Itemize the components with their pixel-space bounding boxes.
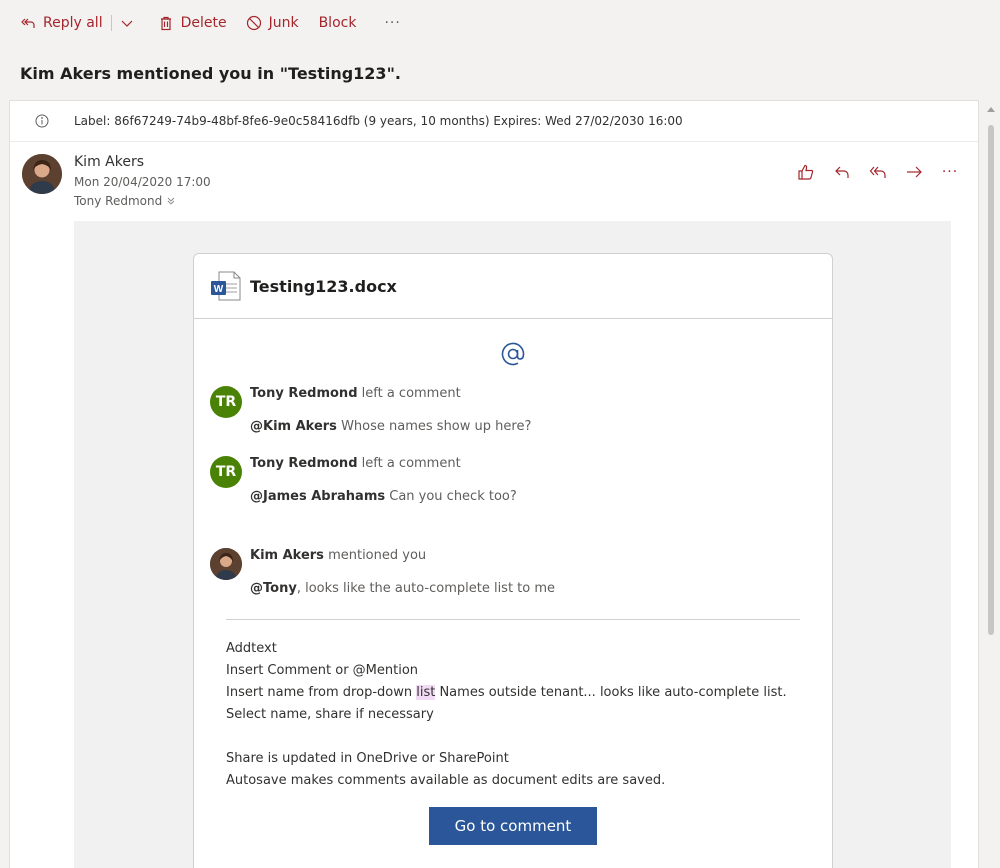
like-button[interactable] — [796, 162, 816, 182]
block-label: Block — [318, 14, 357, 31]
recipient-line[interactable]: Tony Redmond — [74, 194, 176, 208]
comment-body: Can you check too? — [385, 489, 517, 504]
double-chevron-down-icon — [167, 197, 175, 205]
at-mention-icon — [501, 342, 525, 366]
reply-all-action-button[interactable] — [868, 162, 888, 182]
delete-label: Delete — [180, 14, 227, 31]
excerpt-line: Addtext — [226, 641, 277, 656]
reply-options-dropdown[interactable] — [116, 8, 138, 38]
go-to-comment-button[interactable]: Go to comment — [429, 807, 597, 845]
junk-button[interactable]: Junk — [246, 8, 299, 38]
commenter-avatar: TR — [210, 456, 242, 488]
block-button[interactable]: Block — [319, 8, 357, 38]
command-toolbar: Reply all Delete Junk Block ··· — [0, 0, 1000, 45]
sender-avatar[interactable] — [22, 154, 62, 194]
sender-photo-icon — [22, 154, 62, 194]
email-body: W Testing123.docx TR Tony Redmond left a… — [74, 221, 951, 868]
excerpt-text: Insert name from drop-down — [226, 685, 417, 700]
word-document-icon: W — [211, 271, 241, 301]
label-text: Label: 86f67249-74b9-48bf-8fe6-9e0c58416… — [74, 114, 683, 128]
recipient-name: Tony Redmond — [74, 194, 163, 208]
comment-text: @Kim Akers Whose names show up here? — [250, 419, 531, 434]
excerpt-line: Insert name from drop-down list Names ou… — [226, 682, 806, 704]
sensitivity-label-bar: Label: 86f67249-74b9-48bf-8fe6-9e0c58416… — [10, 101, 978, 142]
excerpt-text: Names outside tenant... looks like auto-… — [435, 685, 787, 700]
reply-all-button[interactable]: Reply all — [20, 8, 103, 38]
reply-icon — [835, 166, 849, 178]
commenter-avatar: TR — [210, 386, 242, 418]
vertical-scrollbar[interactable] — [986, 103, 996, 868]
reply-all-icon — [21, 18, 35, 28]
comment-header: Tony Redmond left a comment — [250, 456, 461, 471]
message-more-button[interactable]: ··· — [940, 162, 960, 182]
excerpt-line: Share is updated in OneDrive or SharePoi… — [226, 751, 509, 766]
chevron-down-icon — [121, 20, 133, 27]
commenter-avatar — [210, 548, 242, 580]
comment-author: Kim Akers — [250, 548, 324, 563]
comment-header: Kim Akers mentioned you — [250, 548, 426, 563]
comment-action: mentioned you — [323, 548, 427, 563]
forward-arrow-icon — [907, 166, 922, 178]
commenter-photo-icon — [210, 548, 242, 580]
comment-mention: @Tony — [250, 581, 297, 596]
excerpt-spacer — [226, 726, 806, 748]
thumbs-up-icon — [798, 164, 814, 180]
more-actions-label: ··· — [384, 14, 401, 31]
forward-button[interactable] — [904, 162, 924, 182]
document-notification-card: W Testing123.docx TR Tony Redmond left a… — [193, 253, 833, 868]
scroll-up-arrow-icon[interactable] — [987, 107, 995, 112]
block-circle-icon — [246, 15, 261, 30]
message-actions: ··· — [796, 162, 960, 182]
junk-label: Junk — [268, 14, 299, 31]
reading-pane: Label: 86f67249-74b9-48bf-8fe6-9e0c58416… — [9, 100, 979, 868]
excerpt-line: Autosave makes comments available as doc… — [226, 773, 666, 788]
sent-date: Mon 20/04/2020 17:00 — [74, 175, 211, 189]
info-icon[interactable] — [35, 114, 49, 128]
document-title[interactable]: Testing123.docx — [250, 277, 397, 296]
message-header: Kim Akers Mon 20/04/2020 17:00 Tony Redm… — [10, 142, 978, 222]
comment-action: left a comment — [357, 386, 461, 401]
delete-button[interactable]: Delete — [158, 8, 227, 38]
comment-mention: @Kim Akers — [250, 419, 337, 434]
document-excerpt: Addtext Insert Comment or @Mention Inser… — [226, 638, 806, 792]
comment-body: , looks like the auto-complete list to m… — [296, 581, 556, 596]
reply-all-label: Reply all — [43, 14, 103, 31]
toolbar-divider — [110, 14, 112, 31]
comment-header: Tony Redmond left a comment — [250, 386, 461, 401]
excerpt-line: Select name, share if necessary — [226, 707, 434, 722]
comment-mention: @James Abrahams — [250, 489, 386, 504]
highlighted-text: list — [416, 685, 436, 700]
document-header[interactable]: W Testing123.docx — [194, 254, 832, 319]
svg-text:W: W — [214, 284, 224, 295]
sender-name[interactable]: Kim Akers — [74, 154, 144, 170]
reply-button[interactable] — [832, 162, 852, 182]
comment-action: left a comment — [357, 456, 461, 471]
comment-body: Whose names show up here? — [336, 419, 532, 434]
excerpt-line: Insert Comment or @Mention — [226, 663, 419, 678]
trash-icon — [160, 16, 171, 30]
more-actions-button[interactable]: ··· — [384, 8, 400, 38]
section-divider — [226, 619, 800, 620]
scrollbar-thumb[interactable] — [988, 125, 994, 635]
reply-all-icon — [869, 166, 886, 178]
comment-author: Tony Redmond — [250, 456, 358, 471]
comment-author: Tony Redmond — [250, 386, 358, 401]
comment-text: @James Abrahams Can you check too? — [250, 489, 517, 504]
email-subject: Kim Akers mentioned you in "Testing123". — [20, 64, 401, 83]
message-more-label: ··· — [941, 164, 959, 180]
comment-text: @Tony, looks like the auto-complete list… — [250, 581, 555, 596]
